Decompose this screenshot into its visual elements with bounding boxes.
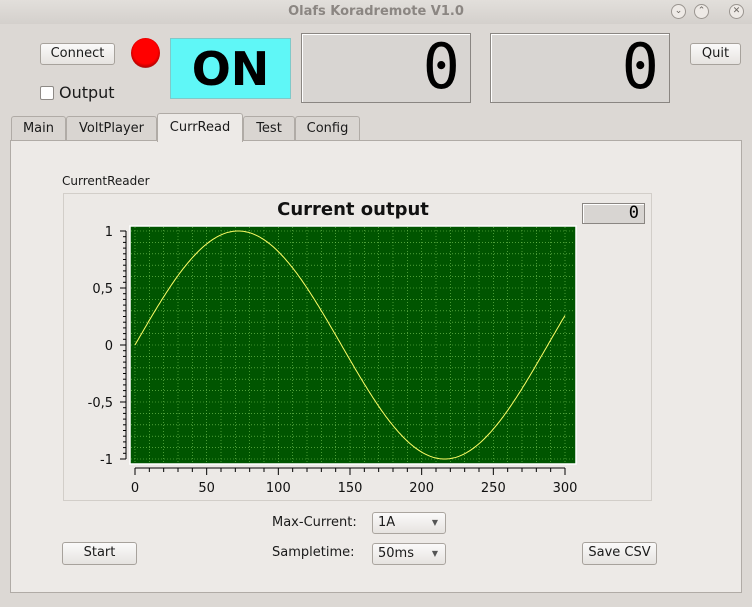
x-tick-label: 200 bbox=[409, 481, 434, 496]
max-current-label: Max-Current: bbox=[272, 515, 357, 530]
x-tick-label: 0 bbox=[131, 481, 139, 496]
tab-currread[interactable]: CurrRead bbox=[157, 113, 243, 142]
dropdown-arrow-icon: ▼ bbox=[431, 518, 438, 527]
x-tick-label: 100 bbox=[266, 481, 291, 496]
y-tick-label: 0,5 bbox=[92, 282, 113, 297]
max-current-select[interactable]: 1A ▼ bbox=[372, 512, 446, 534]
chart-title: Current output bbox=[277, 199, 429, 220]
max-current-value: 1A bbox=[378, 515, 396, 530]
dropdown-arrow-icon: ▼ bbox=[431, 549, 438, 558]
y-tick-label: -1 bbox=[100, 453, 113, 468]
x-tick-label: 50 bbox=[198, 481, 215, 496]
y-tick-label: -0,5 bbox=[88, 396, 113, 411]
x-tick-label: 250 bbox=[481, 481, 506, 496]
start-button[interactable]: Start bbox=[62, 542, 137, 565]
sampletime-value: 50ms bbox=[378, 546, 414, 561]
x-tick-label: 150 bbox=[338, 481, 363, 496]
x-tick-label: 300 bbox=[553, 481, 578, 496]
y-tick-label: 1 bbox=[105, 225, 113, 240]
y-tick-label: 0 bbox=[105, 339, 113, 354]
save-csv-button[interactable]: Save CSV bbox=[582, 542, 657, 565]
sampletime-select[interactable]: 50ms ▼ bbox=[372, 543, 446, 565]
sampletime-label: Sampletime: bbox=[272, 545, 355, 560]
